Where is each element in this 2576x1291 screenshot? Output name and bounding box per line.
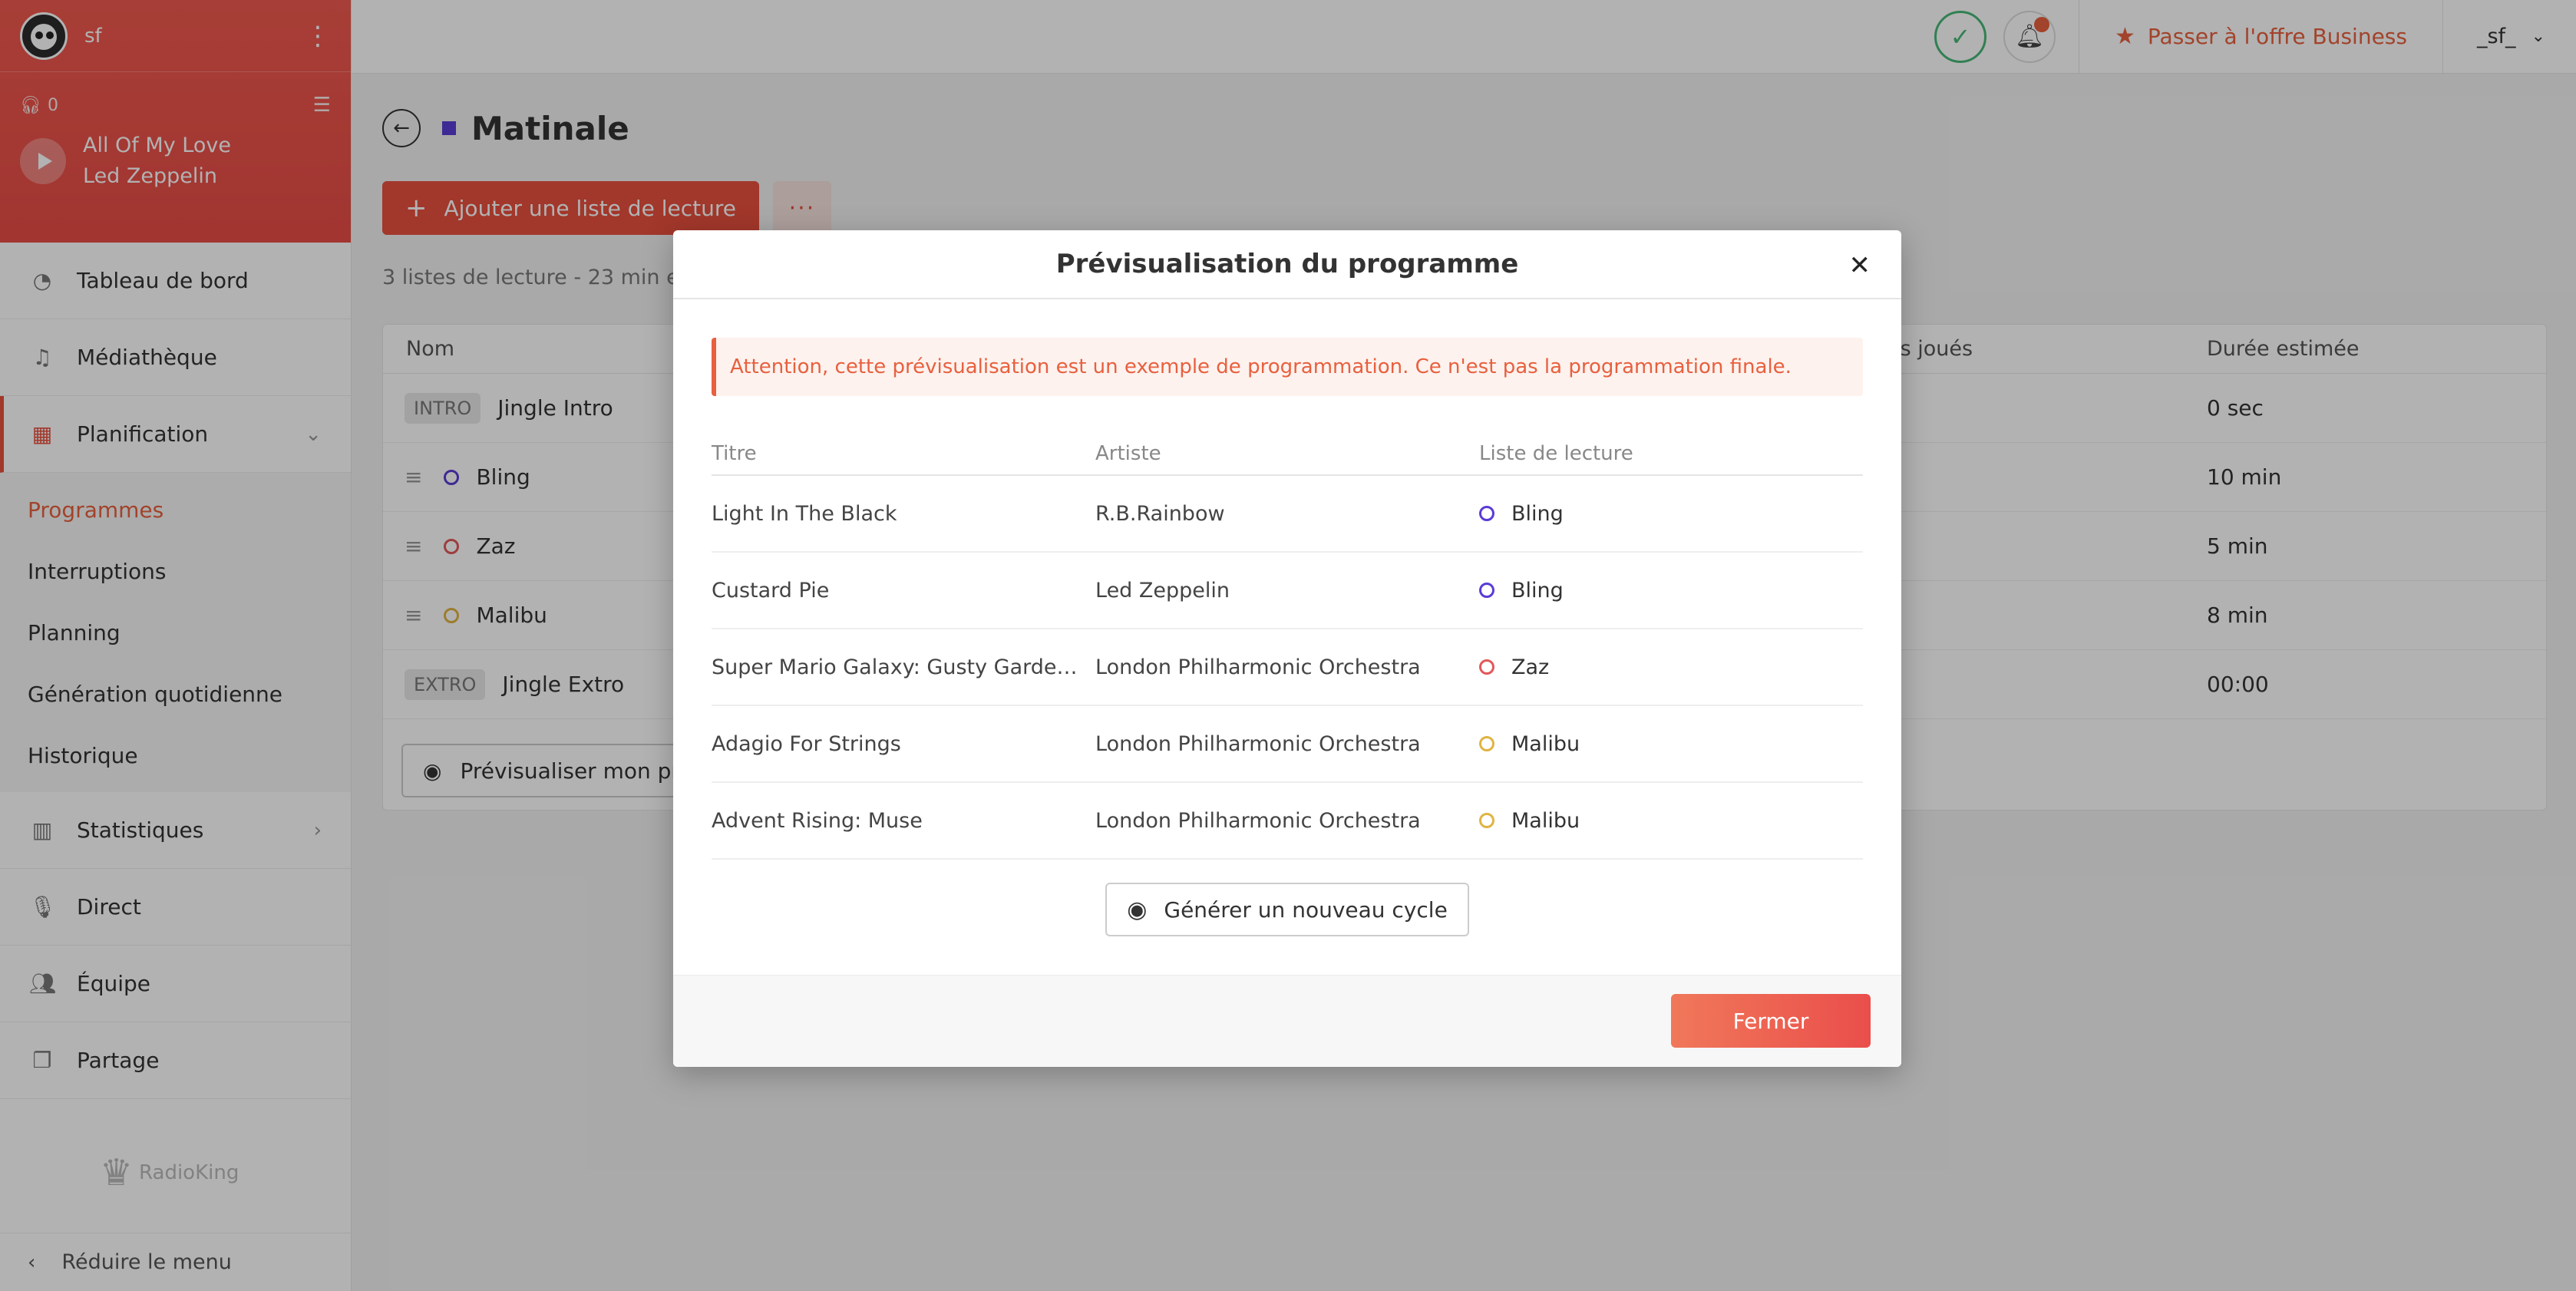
table-row: Advent Rising: Muse London Philharmonic … — [712, 783, 1863, 860]
modal-footer: Fermer — [673, 975, 1901, 1067]
track-artist: R.B.Rainbow — [1095, 501, 1225, 526]
playlist-color-ring — [1479, 813, 1494, 828]
generate-cycle-button[interactable]: ◉ Générer un nouveau cycle — [1105, 883, 1469, 936]
track-playlist: Zaz — [1511, 655, 1550, 679]
track-playlist: Malibu — [1511, 731, 1580, 756]
modal-body: Attention, cette prévisualisation est un… — [673, 299, 1901, 936]
track-title: Super Mario Galaxy: Gusty Garden G... — [712, 655, 1080, 679]
preview-table: Titre Artiste Liste de lecture Light In … — [712, 433, 1863, 860]
eye-icon: ◉ — [1127, 896, 1148, 923]
table-row: Adagio For Strings London Philharmonic O… — [712, 706, 1863, 783]
preview-modal: Prévisualisation du programme ✕ Attentio… — [673, 230, 1901, 1067]
warning-alert: Attention, cette prévisualisation est un… — [712, 338, 1863, 396]
track-artist: London Philharmonic Orchestra — [1095, 808, 1421, 833]
col-artist: Artiste — [1095, 442, 1161, 465]
track-title: Light In The Black — [712, 501, 897, 526]
track-playlist: Malibu — [1511, 808, 1580, 833]
generate-label: Générer un nouveau cycle — [1164, 896, 1448, 923]
track-title: Custard Pie — [712, 578, 830, 603]
track-artist: Led Zeppelin — [1095, 578, 1230, 603]
track-title: Advent Rising: Muse — [712, 808, 923, 833]
track-artist: London Philharmonic Orchestra — [1095, 731, 1421, 756]
playlist-color-ring — [1479, 506, 1494, 521]
track-title: Adagio For Strings — [712, 731, 901, 756]
track-playlist: Bling — [1511, 501, 1564, 526]
col-playlist: Liste de lecture — [1479, 442, 1633, 465]
col-title: Titre — [712, 442, 757, 465]
close-button[interactable]: Fermer — [1671, 994, 1871, 1048]
table-row: Super Mario Galaxy: Gusty Garden G... Lo… — [712, 629, 1863, 706]
playlist-color-ring — [1479, 659, 1494, 675]
track-artist: London Philharmonic Orchestra — [1095, 655, 1421, 679]
modal-title: Prévisualisation du programme — [1055, 249, 1519, 279]
track-playlist: Bling — [1511, 578, 1564, 603]
table-row: Light In The Black R.B.Rainbow Bling — [712, 476, 1863, 553]
preview-table-header: Titre Artiste Liste de lecture — [712, 433, 1863, 476]
close-icon[interactable]: ✕ — [1849, 250, 1871, 281]
modal-header: Prévisualisation du programme ✕ — [673, 230, 1901, 299]
playlist-color-ring — [1479, 736, 1494, 751]
playlist-color-ring — [1479, 583, 1494, 598]
table-row: Custard Pie Led Zeppelin Bling — [712, 553, 1863, 629]
